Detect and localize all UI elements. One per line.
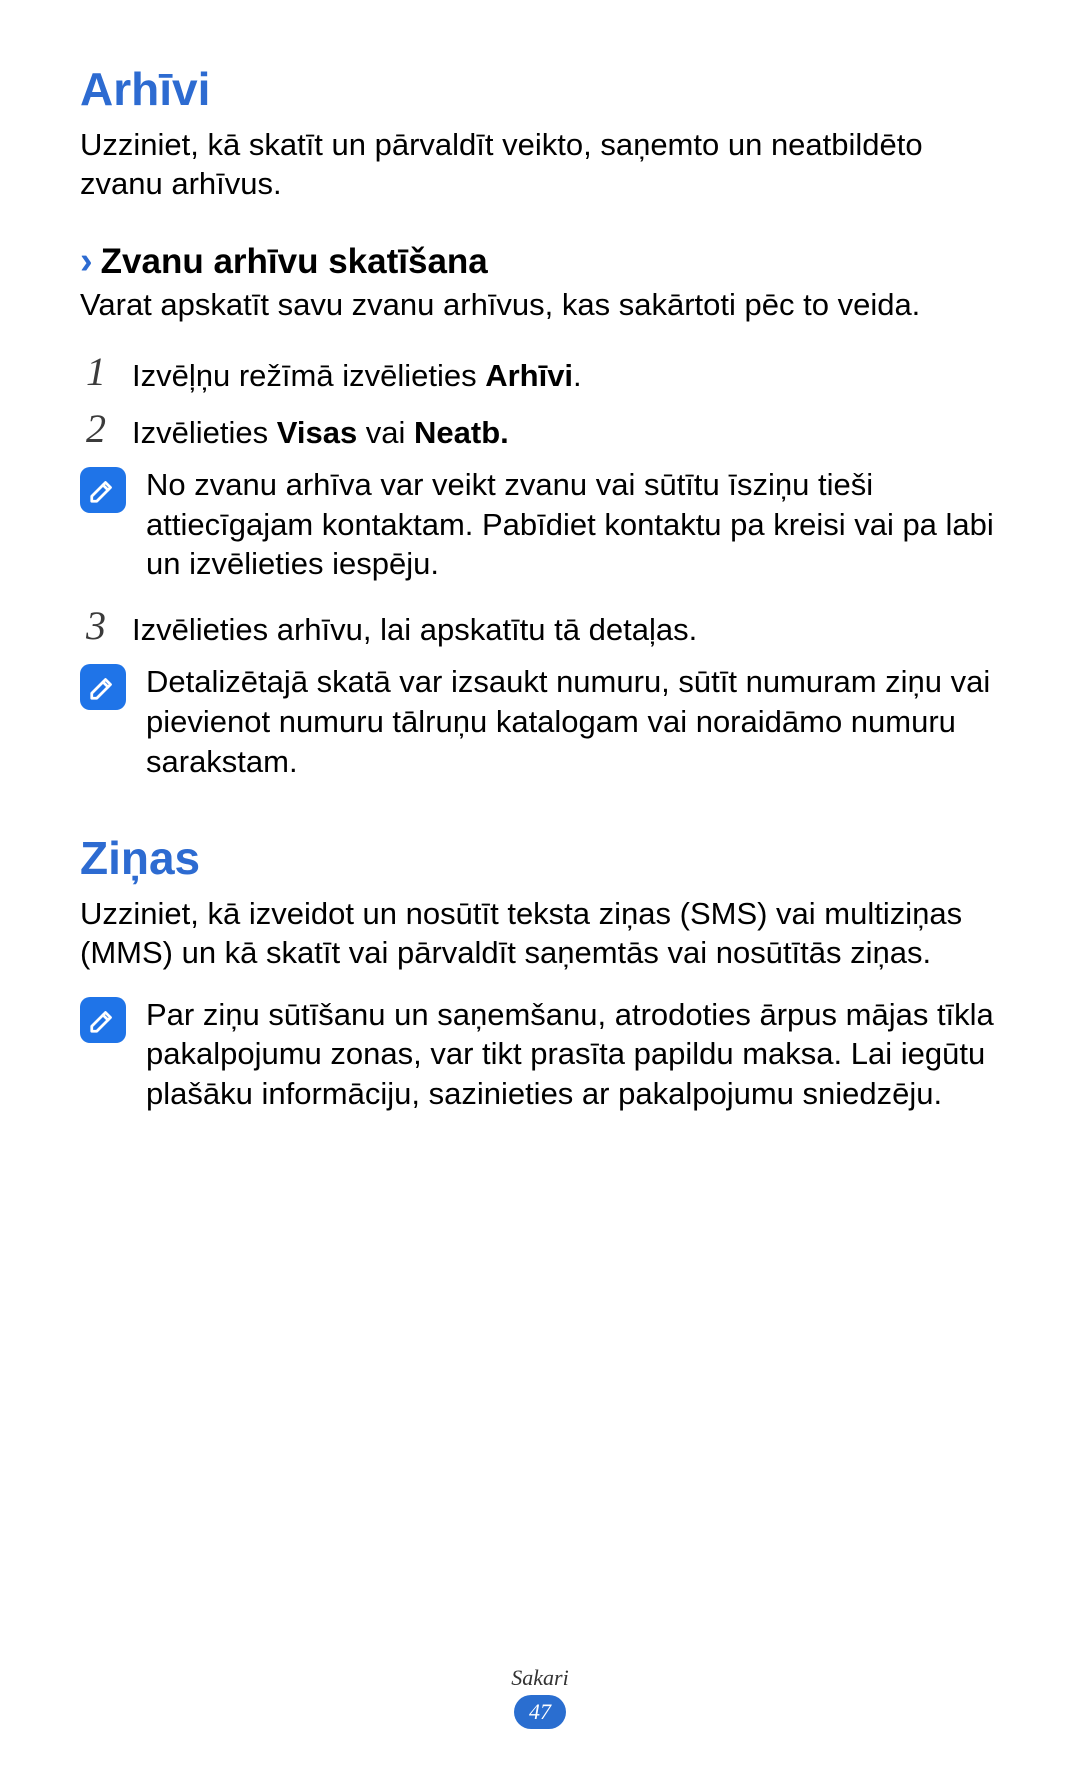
note-block: Par ziņu sūtīšanu un saņemšanu, atrodoti… [80,993,1000,1114]
bold-text: Visas [277,415,357,450]
chevron-icon: › [80,242,93,280]
intro-arhivi: Uzziniet, kā skatīt un pārvaldīt veikto,… [80,126,1000,204]
note-icon [80,467,126,513]
intro-zinas: Uzziniet, kā izveidot un nosūtīt teksta … [80,895,1000,973]
bold-text: Neatb. [414,415,509,450]
subheading-row: › Zvanu arhīvu skatīšana [80,242,1000,282]
subheading-zvanu: Zvanu arhīvu skatīšana [101,242,488,282]
bold-text: Arhīvi [485,358,573,393]
text: Izvēlieties [132,415,277,450]
step-text: Izvēlieties arhīvu, lai apskatītu tā det… [132,604,697,650]
footer: Sakari 47 [0,1665,1080,1729]
step-number: 3 [80,604,112,648]
note-text: Par ziņu sūtīšanu un saņemšanu, atrodoti… [146,993,1000,1114]
note-block: No zvanu arhīva var veikt zvanu vai sūtī… [80,463,1000,584]
heading-arhivi: Arhīvi [80,62,1000,116]
sub-intro: Varat apskatīt savu zvanu arhīvus, kas s… [80,286,1000,325]
step-3: 3 Izvēlieties arhīvu, lai apskatītu tā d… [80,604,1000,650]
section-arhivi: Arhīvi Uzziniet, kā skatīt un pārvaldīt … [80,62,1000,781]
step-1: 1 Izvēļņu režīmā izvēlieties Arhīvi. [80,350,1000,396]
note-icon [80,664,126,710]
heading-zinas: Ziņas [80,831,1000,885]
text: . [573,358,582,393]
note-block: Detalizētajā skatā var izsaukt numuru, s… [80,660,1000,781]
section-zinas: Ziņas Uzziniet, kā izveidot un nosūtīt t… [80,831,1000,1114]
footer-category: Sakari [0,1665,1080,1691]
note-icon [80,997,126,1043]
text: vai [357,415,414,450]
step-2: 2 Izvēlieties Visas vai Neatb. [80,407,1000,453]
step-text: Izvēļņu režīmā izvēlieties Arhīvi. [132,350,582,396]
page-number-badge: 47 [514,1695,566,1729]
step-number: 2 [80,407,112,451]
step-number: 1 [80,350,112,394]
note-text: Detalizētajā skatā var izsaukt numuru, s… [146,660,1000,781]
step-text: Izvēlieties Visas vai Neatb. [132,407,509,453]
note-text: No zvanu arhīva var veikt zvanu vai sūtī… [146,463,1000,584]
page: Arhīvi Uzziniet, kā skatīt un pārvaldīt … [0,0,1080,1771]
text: Izvēļņu režīmā izvēlieties [132,358,485,393]
